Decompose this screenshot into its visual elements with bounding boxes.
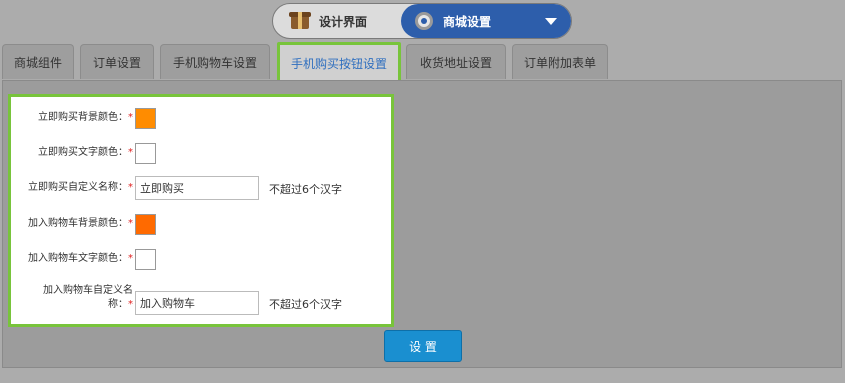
cart-bg-color-row: 加入购物车背景颜色：* [11,212,391,236]
tab-mobile-buy-button-settings[interactable]: 手机购买按钮设置 [277,42,401,84]
tab-shipping-address-settings[interactable]: 收货地址设置 [406,44,506,79]
cart-text-color-row: 加入购物车文字颜色：* [11,247,391,271]
buy-bg-color-picker[interactable] [135,108,156,129]
cart-name-hint: 不超过6个汉字 [269,298,342,311]
buy-bg-color-label: 立即购买背景颜色：* [38,112,133,123]
buy-name-input[interactable] [135,176,259,200]
buy-button-settings-form: 立即购买背景颜色：* 立即购买文字颜色：* 立即购买自定义名称：* 不超过6个汉… [8,94,394,327]
cart-text-color-label: 加入购物车文字颜色：* [28,253,133,264]
buy-bg-color-row: 立即购买背景颜色：* [11,106,391,130]
cart-bg-color-picker[interactable] [135,214,156,235]
save-settings-button[interactable]: 设 置 [384,330,462,362]
chevron-down-icon [545,18,557,25]
design-view-label: 设计界面 [319,14,368,29]
cart-name-label: 加入购物车自定义名 称：* [43,285,133,310]
buy-text-color-picker[interactable] [135,143,156,164]
mode-switch: 设计界面 商城设置 [272,3,572,39]
cart-name-row: 加入购物车自定义名 称：* 不超过6个汉字 [11,284,391,318]
tab-mall-components[interactable]: 商城组件 [2,44,74,79]
buy-name-label: 立即购买自定义名称：* [28,182,133,193]
cart-text-color-picker[interactable] [135,249,156,270]
mall-settings-dropdown[interactable]: 商城设置 [401,4,571,38]
tab-mobile-cart-settings[interactable]: 手机购物车设置 [160,44,270,79]
design-view-button[interactable]: 设计界面 [273,4,403,38]
tab-order-extra-form[interactable]: 订单附加表单 [512,44,608,79]
cart-name-input[interactable] [135,291,259,315]
toolbox-icon [289,11,311,31]
buy-name-row: 立即购买自定义名称：* 不超过6个汉字 [11,176,391,200]
cart-bg-color-label: 加入购物车背景颜色：* [28,218,133,229]
buy-name-hint: 不超过6个汉字 [269,183,342,196]
buy-text-color-row: 立即购买文字颜色：* [11,141,391,165]
tab-order-settings[interactable]: 订单设置 [80,44,154,79]
mall-settings-label: 商城设置 [443,14,492,29]
buy-text-color-label: 立即购买文字颜色：* [38,147,133,158]
gear-icon [415,12,433,30]
